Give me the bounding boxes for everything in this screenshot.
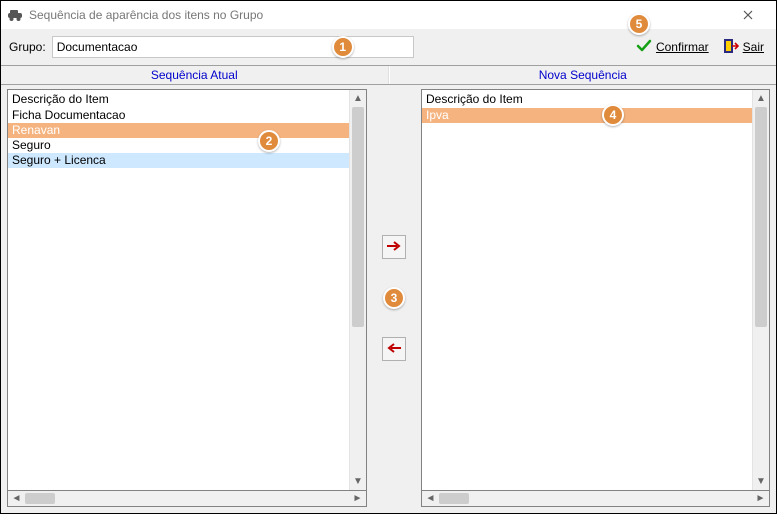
list-item[interactable]: Ficha Documentacao: [8, 108, 349, 123]
scroll-thumb[interactable]: [25, 493, 55, 504]
scroll-left-icon[interactable]: ◄: [8, 491, 25, 506]
check-icon: [636, 38, 652, 57]
column-headers: Sequência Atual Nova Sequência: [1, 65, 776, 85]
exit-button[interactable]: Sair: [719, 35, 768, 59]
scroll-thumb[interactable]: [755, 107, 767, 327]
list-item[interactable]: Seguro: [8, 138, 349, 153]
scroll-down-icon[interactable]: ▼: [350, 473, 366, 490]
exit-label: Sair: [743, 40, 764, 54]
toolbar: Grupo: 1 5 Confirmar Sair: [1, 29, 776, 65]
scroll-right-icon[interactable]: ►: [752, 491, 769, 506]
left-panel: Descrição do Item 2 Ficha DocumentacaoRe…: [7, 89, 367, 507]
right-column-header: Descrição do Item: [422, 90, 752, 108]
scroll-up-icon[interactable]: ▲: [753, 90, 769, 107]
scroll-thumb[interactable]: [352, 107, 364, 327]
header-right: Nova Sequência: [389, 66, 777, 84]
annotation-badge-3: 3: [383, 287, 405, 309]
right-vertical-scrollbar[interactable]: ▲ ▼: [752, 90, 769, 490]
title-bar: Sequência de aparência dos itens no Grup…: [1, 1, 776, 29]
list-item[interactable]: Seguro + Licenca: [8, 153, 349, 168]
list-item[interactable]: Ipva: [422, 108, 752, 123]
right-listbox[interactable]: Descrição do Item 4 Ipva ▲ ▼: [421, 89, 770, 491]
group-label: Grupo:: [9, 40, 46, 54]
confirm-label: Confirmar: [656, 40, 709, 54]
transfer-controls: 3: [367, 89, 421, 507]
window-title: Sequência de aparência dos itens no Grup…: [29, 8, 726, 22]
left-listbox[interactable]: Descrição do Item 2 Ficha DocumentacaoRe…: [7, 89, 367, 491]
body: Descrição do Item 2 Ficha DocumentacaoRe…: [1, 85, 776, 513]
app-icon: [7, 7, 23, 23]
scroll-down-icon[interactable]: ▼: [753, 473, 769, 490]
confirm-button[interactable]: Confirmar: [632, 35, 713, 59]
scroll-up-icon[interactable]: ▲: [350, 90, 366, 107]
list-item[interactable]: Renavan: [8, 123, 349, 138]
arrow-right-icon: [386, 240, 402, 255]
move-left-button[interactable]: [382, 337, 406, 361]
close-button[interactable]: [726, 1, 770, 29]
app-window: Sequência de aparência dos itens no Grup…: [0, 0, 777, 514]
header-left: Sequência Atual: [1, 66, 389, 84]
right-panel: Descrição do Item 4 Ipva ▲ ▼ ◄ ►: [421, 89, 770, 507]
scroll-left-icon[interactable]: ◄: [422, 491, 439, 506]
left-column-header: Descrição do Item: [8, 90, 349, 108]
left-vertical-scrollbar[interactable]: ▲ ▼: [349, 90, 366, 490]
scroll-right-icon[interactable]: ►: [349, 491, 366, 506]
group-input[interactable]: [52, 36, 414, 58]
left-horizontal-scrollbar[interactable]: ◄ ►: [7, 490, 367, 507]
right-horizontal-scrollbar[interactable]: ◄ ►: [421, 490, 770, 507]
close-icon: [743, 7, 753, 23]
move-right-button[interactable]: [382, 235, 406, 259]
scroll-thumb[interactable]: [439, 493, 469, 504]
exit-icon: [723, 38, 739, 57]
arrow-left-icon: [386, 342, 402, 357]
